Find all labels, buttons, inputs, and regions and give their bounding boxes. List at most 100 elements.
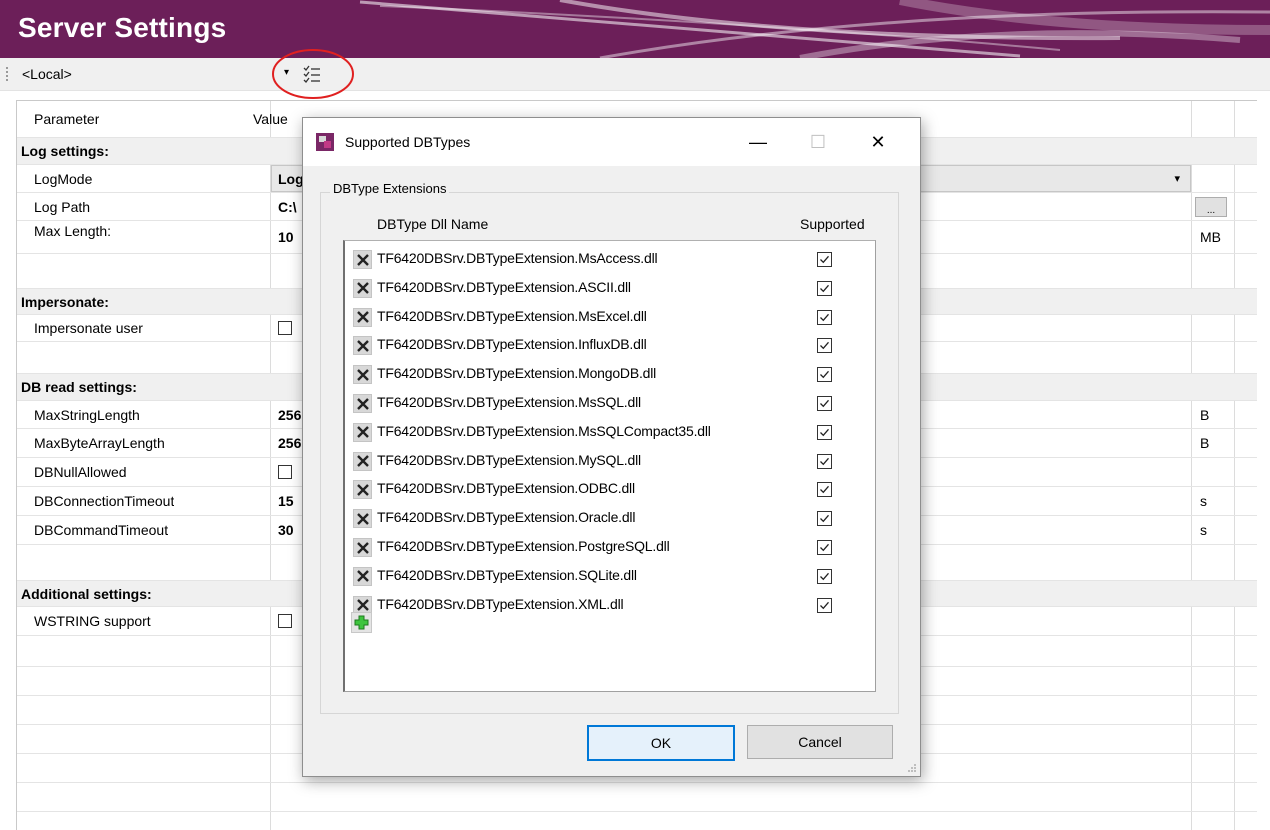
supported-checkbox[interactable] (817, 511, 832, 527)
page-title: Server Settings (18, 12, 227, 43)
remove-icon[interactable] (353, 566, 372, 586)
param-name: DBCommandTimeout (34, 522, 169, 538)
supported-checkbox[interactable] (817, 540, 832, 555)
param-value[interactable]: 30 (278, 516, 294, 544)
remove-icon[interactable] (353, 451, 372, 471)
ok-button[interactable]: OK (587, 725, 735, 761)
param-name: DBNullAllowed (34, 464, 127, 480)
remove-icon[interactable] (353, 250, 372, 269)
column-header-value: Value (253, 111, 288, 127)
extension-name: TF6420DBSrv.DBTypeExtension.MySQL.dll (377, 451, 641, 468)
app-icon (316, 133, 334, 154)
chevron-down-icon[interactable]: ▾ (1174, 172, 1180, 185)
param-value[interactable]: C:\ (278, 193, 297, 220)
remove-icon[interactable] (353, 422, 372, 442)
supported-checkbox[interactable] (817, 482, 832, 498)
list-item: TF6420DBSrv.DBTypeExtension.Oracle.dll (350, 504, 870, 532)
extension-name: TF6420DBSrv.DBTypeExtension.ODBC.dll (377, 480, 635, 497)
param-name: Max Length: (34, 223, 112, 239)
section-title: Log settings: (21, 143, 109, 159)
extension-name: TF6420DBSrv.DBTypeExtension.XML.dll (377, 595, 624, 612)
resize-grip-icon[interactable] (907, 763, 917, 773)
param-value (278, 458, 292, 486)
param-name: MaxByteArrayLength (34, 435, 165, 451)
column-header-dll-name: DBType Dll Name (377, 216, 489, 232)
extension-name: TF6420DBSrv.DBTypeExtension.MsSQLCompact… (377, 422, 711, 439)
close-button[interactable]: ✕ (855, 126, 901, 158)
supported-checkbox[interactable] (817, 568, 832, 584)
supported-checkbox[interactable] (817, 280, 832, 296)
remove-icon[interactable] (353, 480, 372, 500)
browse-button-cell: ... (1195, 193, 1229, 220)
dialog-titlebar[interactable]: Supported DBTypes — ☐ ✕ (303, 118, 920, 166)
param-name: DBConnectionTimeout (34, 493, 175, 509)
param-value[interactable]: 10 (278, 221, 294, 253)
param-name: MaxStringLength (34, 406, 140, 423)
add-extension-button[interactable] (351, 612, 372, 633)
list-item: TF6420DBSrv.DBTypeExtension.MySQL.dll (350, 447, 870, 475)
param-name: Impersonate user (34, 320, 143, 336)
list-item: TF6420DBSrv.DBTypeExtension.MsAccess.dll (350, 245, 870, 273)
dialog-title: Supported DBTypes (345, 134, 471, 150)
supported-checkbox[interactable] (817, 309, 832, 325)
group-label: DBType Extensions (330, 181, 450, 196)
param-unit: s (1200, 493, 1207, 509)
list-item: TF6420DBSrv.DBTypeExtension.ASCII.dll (350, 274, 870, 302)
remove-icon[interactable] (353, 509, 372, 529)
supported-checkbox[interactable] (817, 453, 832, 469)
remove-icon[interactable] (353, 394, 372, 413)
supported-checkbox[interactable] (817, 424, 832, 440)
supported-checkbox[interactable] (817, 367, 832, 383)
impersonate-user-checkbox[interactable] (278, 321, 292, 335)
list-item: TF6420DBSrv.DBTypeExtension.PostgreSQL.d… (350, 533, 870, 561)
dbnullallowed-checkbox[interactable] (278, 465, 292, 479)
supported-checkbox[interactable] (817, 597, 832, 613)
remove-icon[interactable] (353, 307, 372, 327)
extension-name: TF6420DBSrv.DBTypeExtension.MsExcel.dll (377, 307, 647, 324)
extension-name: TF6420DBSrv.DBTypeExtension.SQLite.dll (377, 566, 637, 583)
param-unit: MB (1200, 229, 1221, 245)
section-title: DB read settings: (21, 379, 137, 395)
param-value: Log (278, 170, 304, 187)
maximize-button[interactable]: ☐ (795, 126, 841, 158)
list-item: TF6420DBSrv.DBTypeExtension.InfluxDB.dll (350, 331, 870, 359)
list-item: TF6420DBSrv.DBTypeExtension.MsSQLCompact… (350, 418, 870, 446)
supported-dbtypes-dialog: Supported DBTypes — ☐ ✕ DBType Extension… (302, 117, 921, 777)
param-value (278, 607, 292, 635)
wstring-support-checkbox[interactable] (278, 614, 292, 628)
browse-button[interactable]: ... (1195, 196, 1227, 217)
column-header-supported: Supported (800, 216, 865, 232)
param-unit: B (1200, 406, 1210, 423)
remove-icon[interactable] (353, 336, 372, 356)
extension-name: TF6420DBSrv.DBTypeExtension.ASCII.dll (377, 278, 631, 295)
extension-list[interactable]: TF6420DBSrv.DBTypeExtension.MsAccess.dll… (343, 240, 876, 692)
list-item: TF6420DBSrv.DBTypeExtension.MongoDB.dll (350, 360, 870, 388)
list-item: TF6420DBSrv.DBTypeExtension.MsSQL.dll (350, 389, 870, 417)
remove-icon[interactable] (353, 538, 372, 557)
supported-checkbox[interactable] (817, 338, 832, 354)
section-title: Additional settings: (21, 585, 152, 602)
list-item: TF6420DBSrv.DBTypeExtension.SQLite.dll (350, 562, 870, 590)
toolbar: <Local> ▾ (0, 49, 1270, 99)
plus-icon (354, 615, 369, 630)
remove-icon[interactable] (353, 278, 372, 298)
highlight-circle-annotation (272, 49, 354, 99)
column-header-parameter: Parameter (34, 111, 100, 127)
param-value[interactable]: 15 (278, 487, 294, 515)
extension-name: TF6420DBSrv.DBTypeExtension.MsAccess.dll (377, 250, 658, 266)
section-title: Impersonate: (21, 293, 109, 310)
extension-name: TF6420DBSrv.DBTypeExtension.MongoDB.dll (377, 365, 657, 382)
extension-name: TF6420DBSrv.DBTypeExtension.Oracle.dll (377, 509, 636, 526)
cancel-button[interactable]: Cancel (747, 725, 893, 759)
server-select[interactable]: <Local> (22, 66, 72, 82)
minimize-button[interactable]: — (735, 126, 781, 158)
param-value[interactable]: 256 (278, 401, 301, 428)
remove-icon[interactable] (353, 365, 372, 385)
param-value[interactable]: 256 (278, 429, 301, 457)
supported-checkbox[interactable] (817, 252, 832, 267)
toolbar-grip[interactable] (6, 67, 8, 83)
param-name: WSTRING support (34, 613, 151, 629)
extension-name: TF6420DBSrv.DBTypeExtension.PostgreSQL.d… (377, 538, 670, 554)
list-item: TF6420DBSrv.DBTypeExtension.XML.dll (350, 591, 870, 619)
supported-checkbox[interactable] (817, 396, 832, 411)
